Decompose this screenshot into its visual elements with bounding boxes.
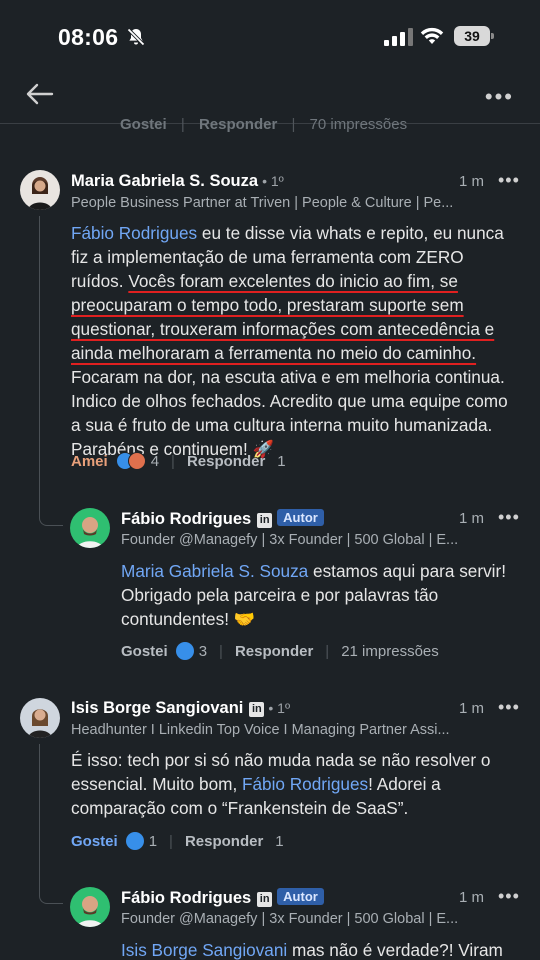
divider: | bbox=[291, 116, 296, 133]
reaction-count: 3 bbox=[198, 642, 208, 660]
divider: | bbox=[171, 452, 175, 470]
reply-button[interactable]: Responder bbox=[199, 116, 277, 133]
back-arrow-icon[interactable] bbox=[24, 80, 56, 108]
wifi-icon bbox=[420, 27, 444, 44]
reply-count: 1 bbox=[277, 452, 286, 470]
more-icon[interactable]: ••• bbox=[485, 84, 514, 110]
reactions[interactable]: 1 bbox=[125, 832, 158, 850]
mention-link[interactable]: Isis Borge Sangiovani bbox=[121, 940, 287, 960]
underlined-text: Vocês foram excelentes do inicio ao fim,… bbox=[71, 271, 495, 363]
avatar[interactable] bbox=[70, 508, 110, 548]
thread-line bbox=[39, 744, 63, 904]
like-button[interactable]: Gostei bbox=[71, 833, 118, 850]
reply-button[interactable]: Responder bbox=[235, 643, 313, 660]
mention-link[interactable]: Maria Gabriela S. Souza bbox=[121, 561, 308, 581]
author-name[interactable]: Fábio Rodrigues bbox=[121, 889, 251, 907]
reply-button[interactable]: Responder bbox=[187, 453, 265, 470]
connection-degree: • 1º bbox=[262, 173, 284, 189]
comment-text-part: Focaram na dor, na escuta ativa e em mel… bbox=[71, 367, 508, 459]
author-name[interactable]: Isis Borge Sangiovani bbox=[71, 699, 243, 717]
signal-icon bbox=[384, 28, 413, 46]
thread-line bbox=[39, 216, 63, 526]
like-button[interactable]: Gostei bbox=[121, 643, 168, 660]
avatar[interactable] bbox=[70, 887, 110, 927]
like-button[interactable]: Gostei bbox=[120, 116, 167, 133]
more-icon[interactable]: ••• bbox=[498, 697, 520, 718]
comment-time: 1 m bbox=[459, 173, 485, 190]
author-headline: Founder @Managefy | 3x Founder | 500 Glo… bbox=[121, 532, 459, 548]
more-icon[interactable]: ••• bbox=[498, 170, 520, 191]
reply-time: 1 m bbox=[459, 889, 485, 906]
author-name[interactable]: Fábio Rodrigues bbox=[121, 510, 251, 528]
status-time: 08:06 bbox=[58, 24, 119, 50]
divider: | bbox=[169, 832, 173, 850]
comment-author[interactable]: Isis Borge Sangiovani in • 1º bbox=[71, 699, 290, 718]
like-reaction-icon bbox=[175, 642, 194, 660]
battery-icon: 39 bbox=[454, 26, 494, 46]
reply-button[interactable]: Responder bbox=[185, 833, 263, 850]
reply-actions: Gostei 3 | Responder | 21 impressões bbox=[121, 642, 439, 660]
love-button[interactable]: Amei bbox=[71, 453, 108, 470]
author-headline: People Business Partner at Triven | Peop… bbox=[71, 195, 454, 211]
reaction-count: 4 bbox=[150, 452, 160, 470]
more-icon[interactable]: ••• bbox=[498, 507, 520, 528]
impressions-count: 21 impressões bbox=[341, 642, 439, 660]
reply-time: 1 m bbox=[459, 510, 485, 527]
author-name[interactable]: Maria Gabriela S. Souza bbox=[71, 172, 258, 190]
reactions[interactable]: 4 bbox=[115, 452, 160, 470]
previous-comment-actions: Gostei | Responder | 70 impressões bbox=[120, 116, 417, 133]
avatar[interactable] bbox=[20, 170, 60, 210]
reply-author[interactable]: Fábio Rodrigues in Autor bbox=[121, 888, 324, 908]
linkedin-icon: in bbox=[249, 702, 265, 717]
connection-degree: • 1º bbox=[268, 700, 291, 716]
comment-actions: Gostei 1 | Responder 1 bbox=[71, 832, 284, 850]
mention-link[interactable]: Fábio Rodrigues bbox=[242, 774, 368, 794]
comment-time: 1 m bbox=[459, 700, 485, 717]
author-headline: Founder @Managefy | 3x Founder | 500 Glo… bbox=[121, 911, 459, 927]
reaction-count: 1 bbox=[148, 832, 158, 850]
divider: | bbox=[180, 116, 185, 133]
comment-text: Fábio Rodrigues eu te disse via whats e … bbox=[71, 221, 519, 461]
divider: | bbox=[325, 642, 330, 660]
author-badge: Autor bbox=[277, 888, 324, 905]
impressions-count: 70 impressões bbox=[309, 116, 408, 133]
linkedin-icon: in bbox=[257, 892, 273, 907]
like-reaction-icon bbox=[125, 832, 144, 850]
reply-author[interactable]: Fábio Rodrigues in Autor bbox=[121, 509, 324, 529]
reply-text: Isis Borge Sangiovani mas não é verdade?… bbox=[121, 938, 526, 960]
bell-slash-icon bbox=[127, 28, 145, 46]
reply-text: Maria Gabriela S. Souza estamos aqui par… bbox=[121, 559, 516, 631]
more-icon[interactable]: ••• bbox=[498, 886, 520, 907]
comment-author[interactable]: Maria Gabriela S. Souza • 1º bbox=[71, 172, 284, 191]
reactions[interactable]: 3 bbox=[175, 642, 208, 660]
love-reaction-icon bbox=[127, 452, 146, 470]
comment-text: É isso: tech por si só não muda nada se … bbox=[71, 748, 519, 820]
mention-link[interactable]: Fábio Rodrigues bbox=[71, 223, 197, 243]
divider: | bbox=[219, 642, 223, 660]
author-badge: Autor bbox=[277, 509, 324, 526]
linkedin-icon: in bbox=[257, 513, 273, 528]
comment-actions: Amei 4 | Responder 1 bbox=[71, 452, 286, 470]
reply-count: 1 bbox=[275, 832, 284, 850]
avatar[interactable] bbox=[20, 698, 60, 738]
author-headline: Headhunter I Linkedin Top Voice I Managi… bbox=[71, 722, 450, 738]
status-bar: 08:06 39 bbox=[0, 0, 540, 72]
reply-text-part: mas não é verdade?! Viram bbox=[287, 940, 503, 960]
